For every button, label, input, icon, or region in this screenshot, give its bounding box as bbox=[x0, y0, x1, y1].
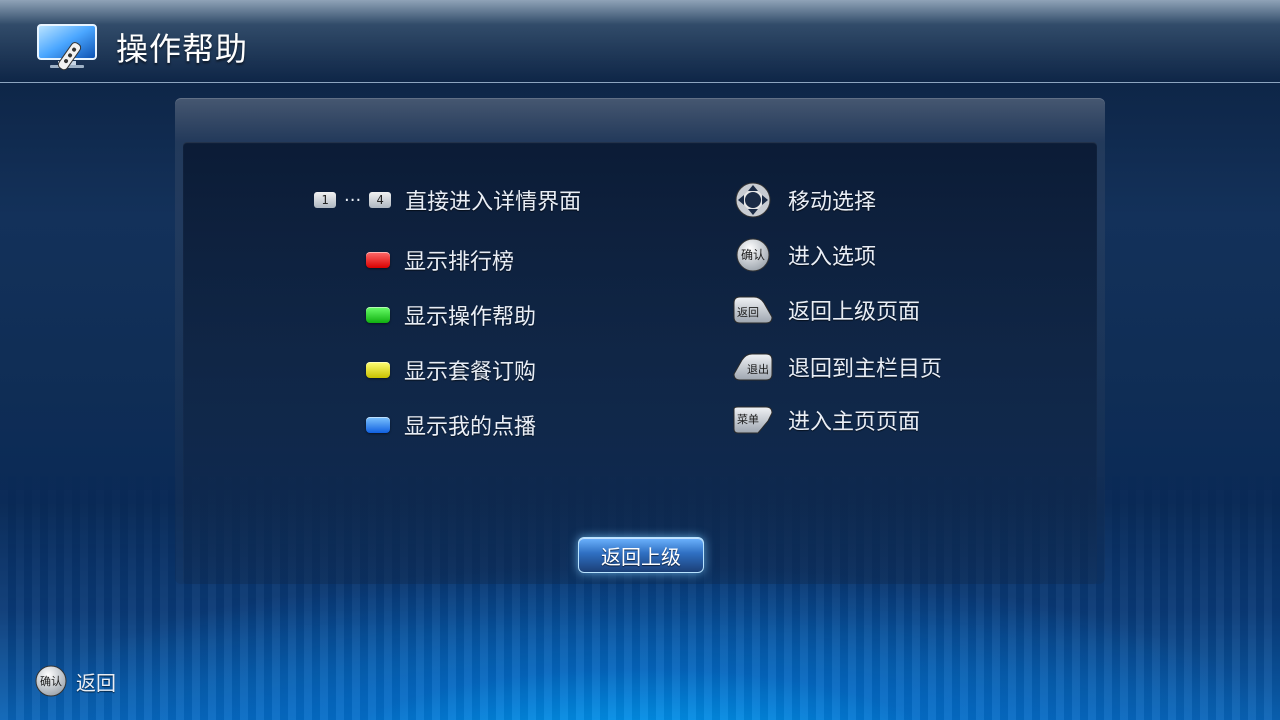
number-keys-label: 直接进入详情界面 bbox=[405, 190, 582, 215]
back-button[interactable]: 返回上级 bbox=[578, 537, 704, 573]
return-key-label: 返回上级页面 bbox=[788, 300, 921, 325]
red-key-row: 显示排行榜 bbox=[366, 240, 514, 280]
menu-key-text: 菜单 bbox=[737, 413, 759, 426]
yellow-key-label: 显示套餐订购 bbox=[404, 360, 537, 385]
page-title: 操作帮助 bbox=[116, 30, 249, 68]
return-key-text: 返回 bbox=[737, 306, 759, 319]
ok-key-icon: 确认 bbox=[34, 664, 68, 698]
exit-key-row: 退出 退回到主栏目页 bbox=[732, 347, 942, 387]
green-key-row: 显示操作帮助 bbox=[366, 295, 536, 335]
header: 操作帮助 bbox=[36, 20, 248, 74]
return-key-row: 返回 返回上级页面 bbox=[732, 290, 920, 330]
ok-key-text: 确认 bbox=[741, 248, 765, 262]
number-key-end: 4 bbox=[369, 192, 392, 208]
dpad-label: 移动选择 bbox=[788, 190, 877, 215]
footer-hint: 确认 返回 bbox=[34, 664, 116, 698]
menu-key-label: 进入主页页面 bbox=[788, 410, 921, 435]
number-keys-row: 1 ··· 4 直接进入详情界面 bbox=[314, 180, 581, 220]
menu-key-icon: 菜单 bbox=[732, 403, 774, 437]
exit-key-icon: 退出 bbox=[732, 350, 774, 384]
yellow-key-row: 显示套餐订购 bbox=[366, 350, 536, 390]
green-key-label: 显示操作帮助 bbox=[404, 305, 537, 330]
exit-key-label: 退回到主栏目页 bbox=[788, 357, 943, 382]
footer-ok-key-text: 确认 bbox=[40, 675, 62, 688]
footer-label: 返回 bbox=[76, 670, 116, 695]
ok-key-label: 进入选项 bbox=[788, 245, 877, 270]
blue-key-label: 显示我的点播 bbox=[404, 415, 537, 440]
ellipsis: ··· bbox=[344, 189, 362, 211]
menu-key-row: 菜单 进入主页页面 bbox=[732, 400, 920, 440]
red-key-icon bbox=[366, 252, 390, 268]
number-keys-group: 1 ··· 4 bbox=[314, 189, 392, 211]
dpad-row: 移动选择 bbox=[732, 180, 876, 220]
ok-key-row: 确认 进入选项 bbox=[732, 235, 876, 275]
return-key-icon: 返回 bbox=[732, 293, 774, 327]
green-key-icon bbox=[366, 307, 390, 323]
dpad-icon bbox=[732, 182, 774, 218]
red-key-label: 显示排行榜 bbox=[404, 250, 515, 275]
yellow-key-icon bbox=[366, 362, 390, 378]
number-key-start: 1 bbox=[314, 192, 336, 208]
ok-key-icon: 确认 bbox=[732, 238, 774, 272]
exit-key-text: 退出 bbox=[747, 362, 769, 376]
blue-key-row: 显示我的点播 bbox=[366, 405, 536, 445]
blue-key-icon bbox=[366, 417, 390, 433]
tv-remote-icon bbox=[36, 23, 102, 71]
